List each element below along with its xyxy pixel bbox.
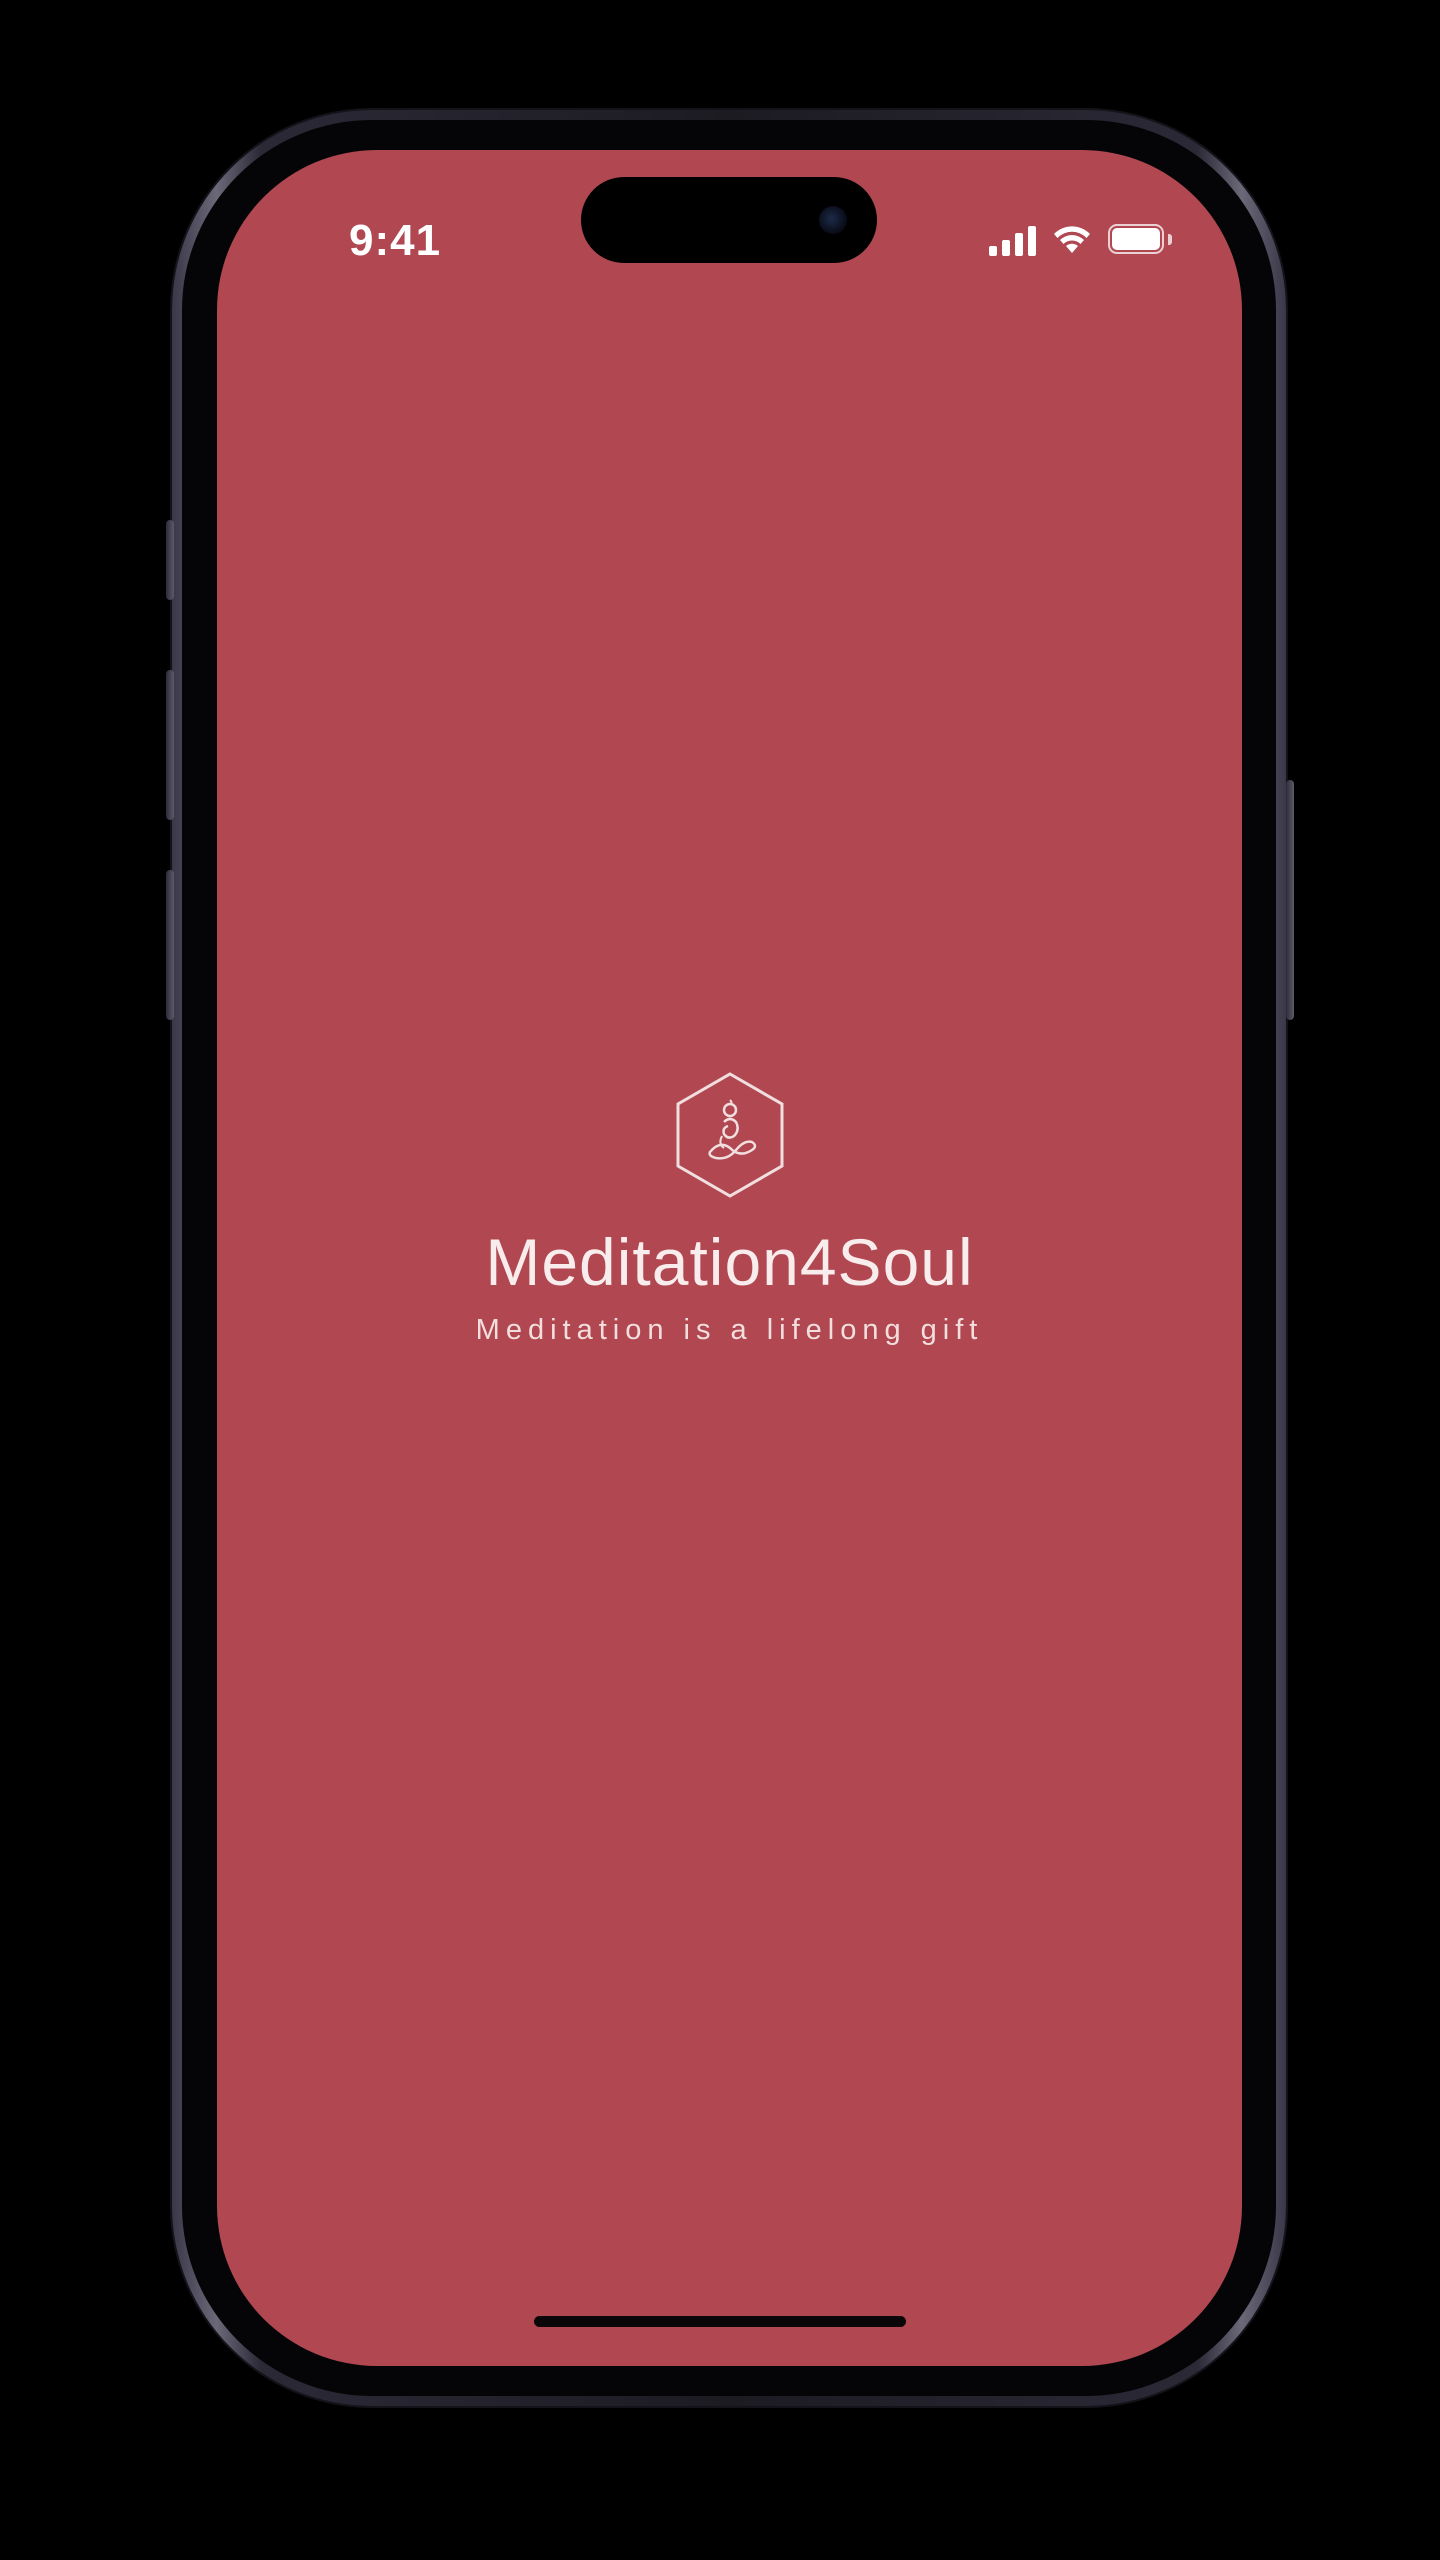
home-indicator[interactable]	[534, 2316, 906, 2327]
battery-tip	[1168, 234, 1172, 245]
app-screen: 9:41 Meditation4Soul Meditation is a lif…	[217, 150, 1242, 2366]
mute-switch	[166, 520, 174, 600]
battery-level	[1112, 228, 1160, 250]
app-name: Meditation4Soul	[485, 1225, 974, 1299]
power-button	[1286, 780, 1294, 1020]
status-bar-icons	[989, 220, 1172, 260]
wifi-icon	[1054, 226, 1090, 253]
front-camera-icon	[819, 206, 847, 234]
meditation-figure-hexagon-icon	[676, 1072, 783, 1198]
volume-down-button	[166, 870, 174, 1020]
volume-up-button	[166, 670, 174, 820]
cellular-signal-icon	[989, 224, 1036, 256]
battery-icon	[1108, 224, 1172, 256]
splash-logo: Meditation4Soul Meditation is a lifelong…	[217, 1070, 1242, 1347]
dynamic-island	[581, 177, 877, 263]
app-tagline: Meditation is a lifelong gift	[475, 1314, 984, 1346]
status-bar-time: 9:41	[349, 216, 442, 265]
